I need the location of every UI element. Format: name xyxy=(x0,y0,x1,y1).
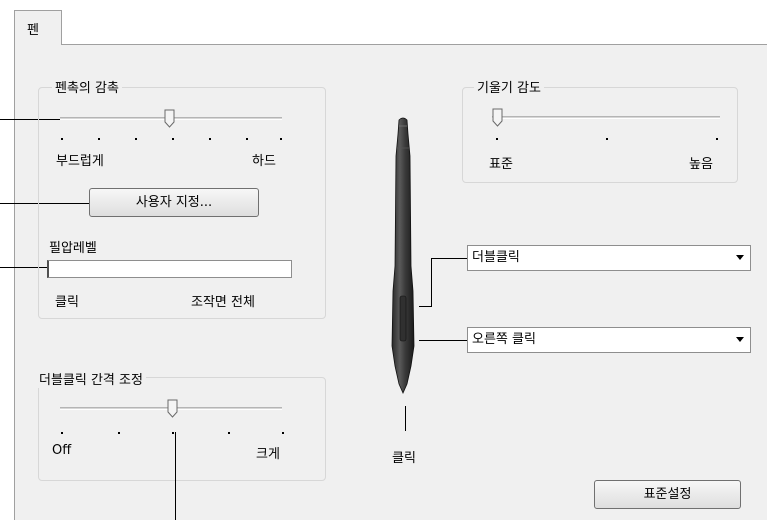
tip-feel-tick xyxy=(246,138,248,140)
double-click-title: 더블클릭 간격 조정 xyxy=(36,369,146,388)
custom-button[interactable]: 사용자 지정... xyxy=(89,188,259,217)
callout-line-double-click xyxy=(175,432,176,520)
pressure-full-label: 조작면 전체 xyxy=(191,295,255,310)
tip-feel-tick xyxy=(209,138,211,140)
pressure-title: 필압레벨 xyxy=(49,241,97,256)
double-click-off-label: Off xyxy=(52,443,72,458)
double-click-group xyxy=(38,377,326,481)
upper-button-select[interactable]: 더블클릭 xyxy=(467,245,751,271)
double-click-tick xyxy=(118,432,120,434)
tip-feel-tick xyxy=(172,138,174,140)
tilt-tick xyxy=(496,138,498,140)
callout-line-upper-button xyxy=(431,258,432,307)
callout-line-upper-button-h xyxy=(431,258,467,259)
tip-feel-slider-thumb[interactable] xyxy=(164,109,175,128)
tilt-title: 기울기 감도 xyxy=(474,77,544,96)
tilt-slider-track[interactable] xyxy=(492,116,720,119)
chevron-down-icon xyxy=(736,337,744,342)
tip-feel-tick xyxy=(61,138,63,140)
tip-feel-tick xyxy=(280,138,282,140)
default-button[interactable]: 표준설정 xyxy=(594,480,741,509)
tilt-standard-label: 표준 xyxy=(489,157,513,172)
pressure-click-label: 클릭 xyxy=(55,295,79,310)
tip-feel-tick xyxy=(135,138,137,140)
double-click-tick xyxy=(172,432,174,434)
tab-pen[interactable]: 펜 xyxy=(14,10,62,45)
chevron-down-icon xyxy=(736,255,744,260)
tilt-slider-thumb[interactable] xyxy=(492,108,503,127)
double-click-tick xyxy=(228,432,230,434)
pen-illustration xyxy=(391,117,415,394)
upper-button-select-value: 더블클릭 xyxy=(472,250,520,265)
lower-button-select[interactable]: 오른쪽 클릭 xyxy=(467,327,751,353)
callout-line-upper-button-pen xyxy=(419,306,432,307)
lower-button-select-value: 오른쪽 클릭 xyxy=(472,332,536,347)
tip-feel-firm-label: 하드 xyxy=(252,154,276,169)
tip-click-label: 클릭 xyxy=(392,451,416,466)
double-click-tick xyxy=(282,432,284,434)
tilt-high-label: 높음 xyxy=(689,157,713,172)
pressure-level-bar xyxy=(47,260,292,278)
tilt-tick xyxy=(716,138,718,140)
double-click-large-label: 크게 xyxy=(256,447,280,462)
callout-line-lower-button xyxy=(419,340,467,341)
tab-pen-label: 펜 xyxy=(27,23,39,38)
tip-feel-soft-label: 부드럽게 xyxy=(56,154,104,169)
tip-feel-title: 펜촉의 감촉 xyxy=(52,77,122,96)
tip-feel-tick xyxy=(98,138,100,140)
double-click-slider-thumb[interactable] xyxy=(167,399,178,418)
tilt-tick xyxy=(606,138,608,140)
double-click-tick xyxy=(61,432,63,434)
callout-line-tip xyxy=(405,406,406,431)
